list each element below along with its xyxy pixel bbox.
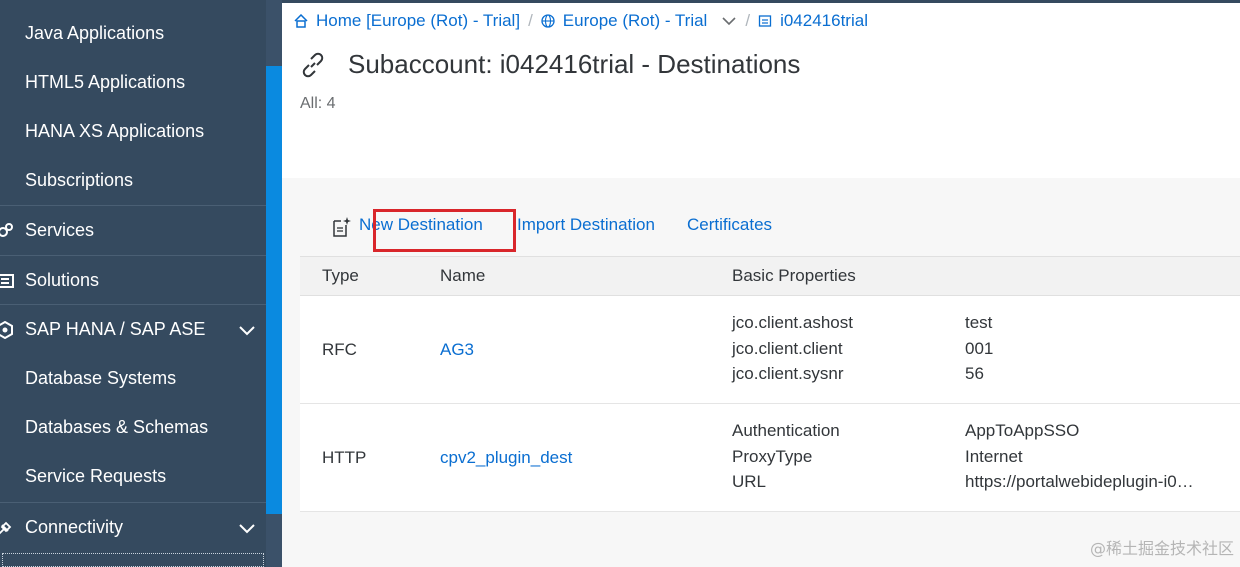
sidebar-item-label: SAP HANA / SAP ASE — [25, 318, 206, 339]
sidebar-item-solutions[interactable]: Solutions — [0, 255, 266, 304]
breadcrumb: Home [Europe (Rot) - Trial] / Europe (Ro… — [294, 11, 868, 31]
sidebar-item-label: Java Applications — [25, 23, 165, 43]
sidebar-item-database-systems[interactable]: Database Systems — [0, 354, 266, 403]
chevron-down-icon[interactable] — [721, 13, 737, 29]
property-key: jco.client.client — [732, 339, 843, 358]
sidebar: Java Applications HTML5 Applications HAN… — [0, 0, 282, 567]
sidebar-item-label: Services — [25, 219, 95, 240]
property-key: jco.client.sysnr — [732, 364, 844, 383]
row-name-link[interactable]: AG3 — [440, 340, 474, 360]
sidebar-item-destinations-selected[interactable] — [2, 553, 264, 567]
sidebar-item-subscriptions[interactable]: Subscriptions — [0, 156, 266, 205]
sidebar-item-label: Service Requests — [25, 466, 167, 486]
home-icon — [294, 14, 308, 28]
sidebar-item-label: Solutions — [25, 269, 100, 290]
title-row: Subaccount: i042416trial - Destinations — [300, 49, 800, 80]
breadcrumb-separator: / — [745, 11, 751, 30]
certificates-button[interactable]: Certificates — [687, 215, 772, 235]
property-key: Authentication — [732, 421, 840, 440]
sidebar-item-label: Connectivity — [25, 516, 124, 537]
table-row[interactable]: RFC AG3 jco.client.ashost test jco.clien… — [300, 296, 1240, 404]
connectivity-icon — [0, 521, 12, 535]
sidebar-item-connectivity[interactable]: Connectivity — [0, 502, 266, 551]
hana-icon — [0, 321, 13, 339]
chevron-down-icon[interactable] — [238, 519, 256, 537]
solutions-icon — [0, 274, 14, 288]
breadcrumb-home-link[interactable]: Home [Europe (Rot) - Trial] — [316, 11, 520, 31]
link-icon — [302, 52, 324, 77]
property-key: ProxyType — [732, 447, 813, 466]
column-header-basic-properties: Basic Properties — [732, 266, 856, 285]
sidebar-item-label: HANA XS Applications — [25, 121, 205, 141]
sidebar-item-hana-xs-applications[interactable]: HANA XS Applications — [0, 107, 266, 156]
breadcrumb-subaccount-link[interactable]: i042416trial — [780, 11, 868, 31]
main-content: Home [Europe (Rot) - Trial] / Europe (Ro… — [282, 0, 1240, 567]
property-value: Internet — [965, 447, 1023, 466]
breadcrumb-separator: / — [528, 11, 533, 30]
row-type: RFC — [322, 340, 357, 359]
globe-icon — [541, 14, 555, 28]
property-value: 001 — [965, 339, 994, 358]
watermark: @稀土掘金技术社区 — [1089, 539, 1234, 558]
row-type: HTTP — [322, 448, 367, 467]
import-destination-button[interactable]: Import Destination — [517, 215, 655, 235]
property-key: jco.client.ashost — [732, 313, 853, 332]
property-key: URL — [732, 472, 767, 491]
highlight-box — [373, 209, 516, 252]
new-document-icon — [333, 217, 351, 237]
chevron-down-icon[interactable] — [238, 321, 256, 339]
sidebar-item-databases-schemas[interactable]: Databases & Schemas — [0, 403, 266, 452]
destination-count: All: 4 — [300, 95, 336, 112]
row-name-link[interactable]: cpv2_plugin_dest — [440, 448, 572, 468]
property-value: 56 — [965, 364, 984, 383]
sidebar-item-java-applications[interactable]: Java Applications — [0, 9, 266, 58]
sidebar-item-label: Subscriptions — [25, 170, 134, 190]
sidebar-item-label: HTML5 Applications — [25, 72, 186, 92]
property-value: AppToAppSSO — [965, 421, 1080, 440]
table-header: Type Name Basic Properties — [300, 256, 1240, 296]
page-title: Subaccount: i042416trial - Destinations — [348, 49, 801, 79]
subaccount-icon — [758, 15, 772, 27]
table-row[interactable]: HTTP cpv2_plugin_dest Authentication App… — [300, 404, 1240, 512]
column-header-name[interactable]: Name — [440, 266, 485, 286]
sidebar-item-html5-applications[interactable]: HTML5 Applications — [0, 58, 266, 107]
property-value: https://portalwebideplugin-i0… — [965, 472, 1194, 491]
sidebar-item-services[interactable]: Services — [0, 205, 266, 254]
column-header-type[interactable]: Type — [322, 266, 359, 286]
sidebar-scrollbar-thumb[interactable] — [266, 66, 282, 514]
services-icon — [0, 223, 13, 237]
property-value: test — [965, 313, 993, 332]
table-toolbar: New Destination Import Destination Certi… — [300, 203, 1240, 252]
sidebar-item-sap-hana-sap-ase[interactable]: SAP HANA / SAP ASE — [0, 304, 266, 353]
breadcrumb-region-link[interactable]: Europe (Rot) - Trial — [563, 11, 708, 31]
sidebar-item-label: Database Systems — [25, 368, 177, 388]
sidebar-item-service-requests[interactable]: Service Requests — [0, 452, 266, 501]
destinations-table: Type Name Basic Properties RFC AG3 jco.c… — [300, 256, 1240, 512]
sidebar-item-label: Databases & Schemas — [25, 417, 209, 437]
page-header: Home [Europe (Rot) - Trial] / Europe (Ro… — [282, 3, 1240, 178]
